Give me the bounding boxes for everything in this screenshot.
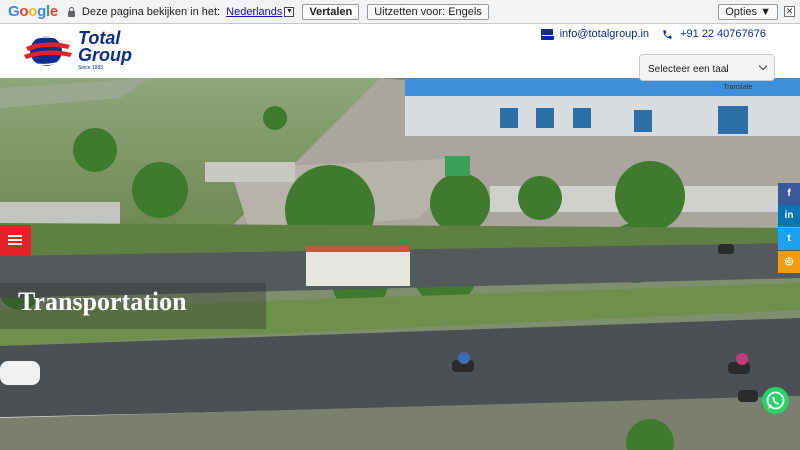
- email-link[interactable]: info@totalgroup.in: [560, 28, 649, 40]
- close-icon[interactable]: ✕: [784, 6, 795, 17]
- options-button[interactable]: Opties ▼: [718, 4, 778, 20]
- hero-title: Transportation: [18, 287, 187, 316]
- chevron-down-icon: [758, 61, 768, 71]
- google-translate-bar: Google Deze pagina bekijken in het: Nede…: [0, 0, 800, 24]
- logo-wordmark: Total Group: [78, 28, 132, 65]
- phone-link[interactable]: +91 22 40767676: [680, 28, 766, 40]
- phone-icon: [663, 29, 672, 39]
- globe-logo-icon: [24, 36, 72, 66]
- language-select[interactable]: Selecteer een taal: [639, 54, 775, 81]
- translate-prompt: Deze pagina bekijken in het:: [81, 5, 221, 18]
- instagram-icon[interactable]: ◎: [778, 251, 800, 273]
- mail-icon: [540, 28, 554, 40]
- language-dropdown-icon[interactable]: ▼: [284, 6, 295, 17]
- powered-by-google-translate[interactable]: G Translate: [716, 84, 752, 91]
- logo-since: Since 1983: [78, 65, 104, 71]
- menu-button[interactable]: [0, 225, 31, 256]
- language-link[interactable]: Nederlands: [226, 6, 282, 18]
- turn-off-button[interactable]: Uitzetten voor: Engels: [367, 3, 489, 20]
- contact-info: info@totalgroup.in +91 22 40767676: [540, 28, 766, 40]
- whatsapp-icon[interactable]: [762, 387, 789, 414]
- lock-icon: [67, 6, 76, 17]
- facebook-icon[interactable]: f: [778, 183, 800, 205]
- hero-background-photo: [0, 78, 800, 450]
- total-group-logo[interactable]: Total Group Since 1983: [22, 28, 132, 75]
- translate-button[interactable]: Vertalen: [302, 3, 360, 20]
- hero-banner: Transportation: [0, 78, 800, 450]
- google-logo: Google: [8, 3, 58, 20]
- linkedin-icon[interactable]: in: [778, 205, 800, 227]
- whatsapp-glyph-icon: [766, 391, 785, 410]
- twitter-icon[interactable]: t: [778, 228, 800, 250]
